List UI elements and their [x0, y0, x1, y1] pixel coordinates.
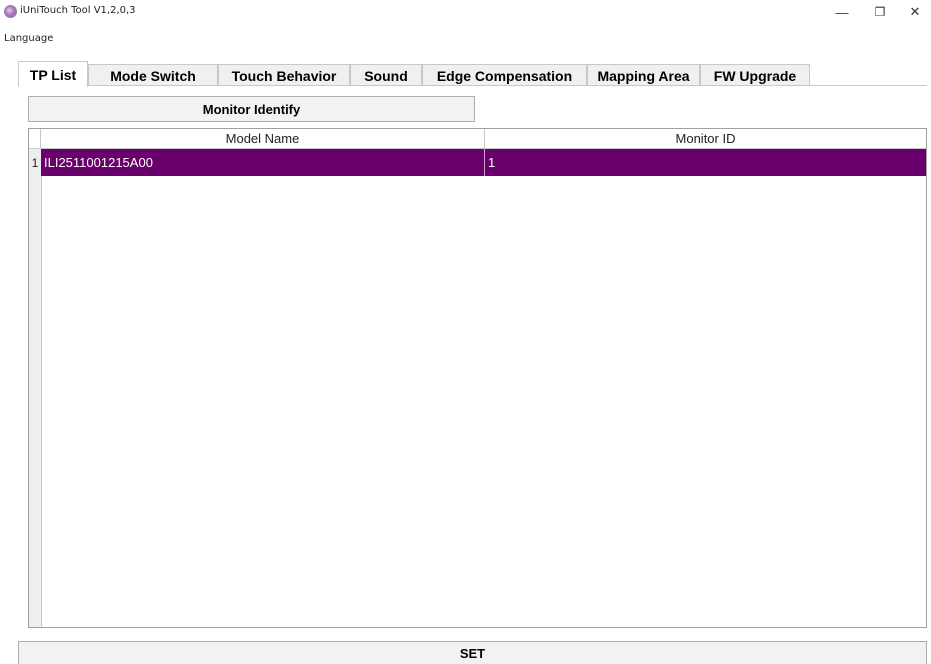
tp-list-table: Model Name Monitor ID 1 ILI2511001215A00… — [28, 128, 927, 628]
restore-button[interactable]: ❐ — [862, 0, 898, 24]
app-icon — [4, 5, 17, 18]
close-button[interactable]: ✕ — [897, 0, 931, 24]
tab-mapping-area[interactable]: Mapping Area — [587, 64, 700, 86]
column-header-model-name[interactable]: Model Name — [41, 129, 485, 149]
tab-sound[interactable]: Sound — [350, 64, 422, 86]
tab-strip: TP List Mode Switch Touch Behavior Sound… — [18, 61, 927, 87]
row-header-column — [29, 149, 42, 627]
menu-bar: Language — [4, 33, 53, 44]
table-corner-header — [29, 129, 41, 149]
tab-fw-upgrade[interactable]: FW Upgrade — [700, 64, 810, 86]
model-name-cell[interactable]: ILI2511001215A00 — [41, 149, 485, 176]
tab-edge-compensation[interactable]: Edge Compensation — [422, 64, 587, 86]
menu-item-language[interactable]: Language — [4, 33, 53, 44]
table-row[interactable]: 1 ILI2511001215A00 1 — [29, 149, 926, 176]
monitor-id-cell[interactable]: 1 — [485, 149, 926, 176]
tab-mode-switch[interactable]: Mode Switch — [88, 64, 218, 86]
set-button[interactable]: SET — [18, 641, 927, 664]
monitor-identify-button[interactable]: Monitor Identify — [28, 96, 475, 122]
title-bar: iUniTouch Tool V1,2,0,3 — ❐ ✕ — [0, 0, 931, 30]
window-title: iUniTouch Tool V1,2,0,3 — [20, 5, 136, 16]
tab-tp-list[interactable]: TP List — [18, 61, 88, 87]
tab-touch-behavior[interactable]: Touch Behavior — [218, 64, 350, 86]
row-number: 1 — [29, 149, 41, 176]
column-header-monitor-id[interactable]: Monitor ID — [485, 129, 926, 149]
minimize-button[interactable]: — — [824, 0, 860, 24]
